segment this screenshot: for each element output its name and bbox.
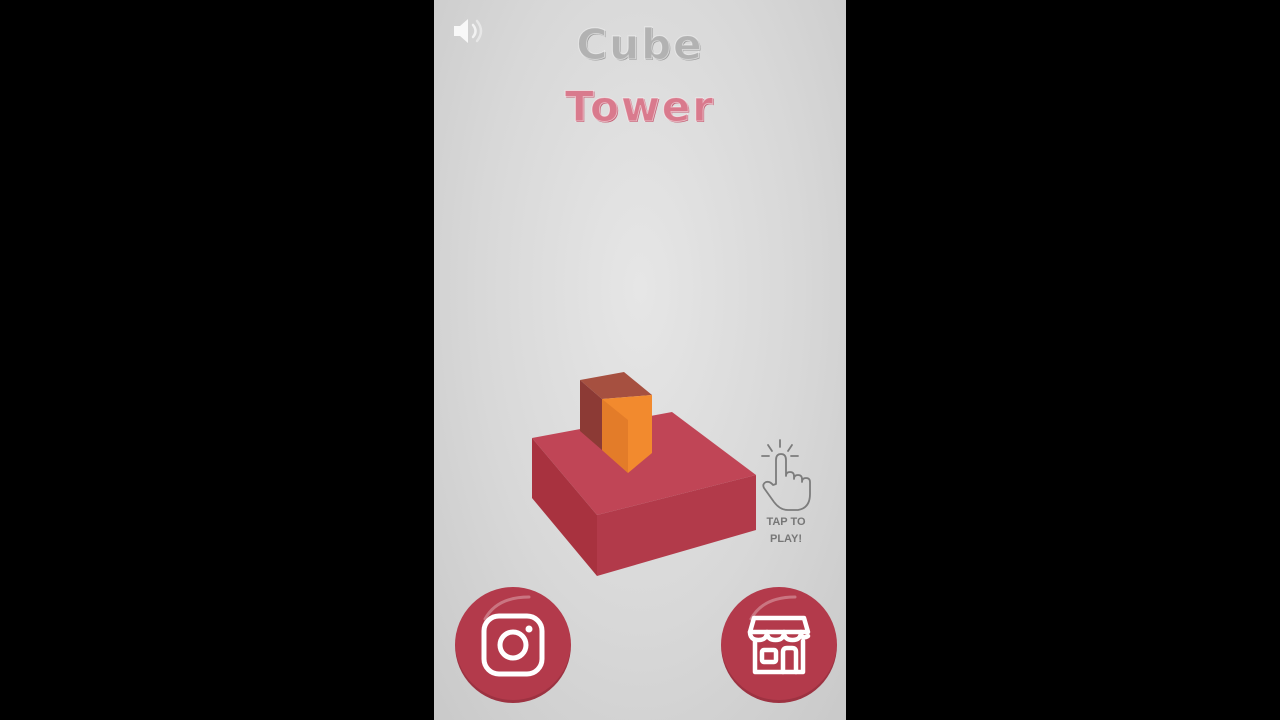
shop-storefront-icon	[747, 615, 811, 675]
letterbox-background: Cube Tower TAP TO PLAY!	[0, 0, 1280, 720]
shop-button[interactable]	[721, 587, 837, 703]
game-title-cube: Cube	[576, 20, 704, 70]
tap-to-play-label: TAP TO PLAY!	[752, 514, 820, 548]
game-title-tower: Tower	[565, 82, 715, 132]
instagram-button[interactable]	[455, 587, 571, 703]
game-screen[interactable]: Cube Tower TAP TO PLAY!	[434, 0, 846, 720]
tap-to-play-hint[interactable]: TAP TO PLAY!	[752, 436, 820, 546]
instagram-icon	[481, 613, 545, 677]
tap-hand-icon	[761, 439, 811, 511]
tap-label-line1: TAP TO	[766, 516, 806, 528]
tap-label-line2: PLAY!	[770, 533, 802, 545]
cube-tower-scene	[532, 372, 756, 576]
